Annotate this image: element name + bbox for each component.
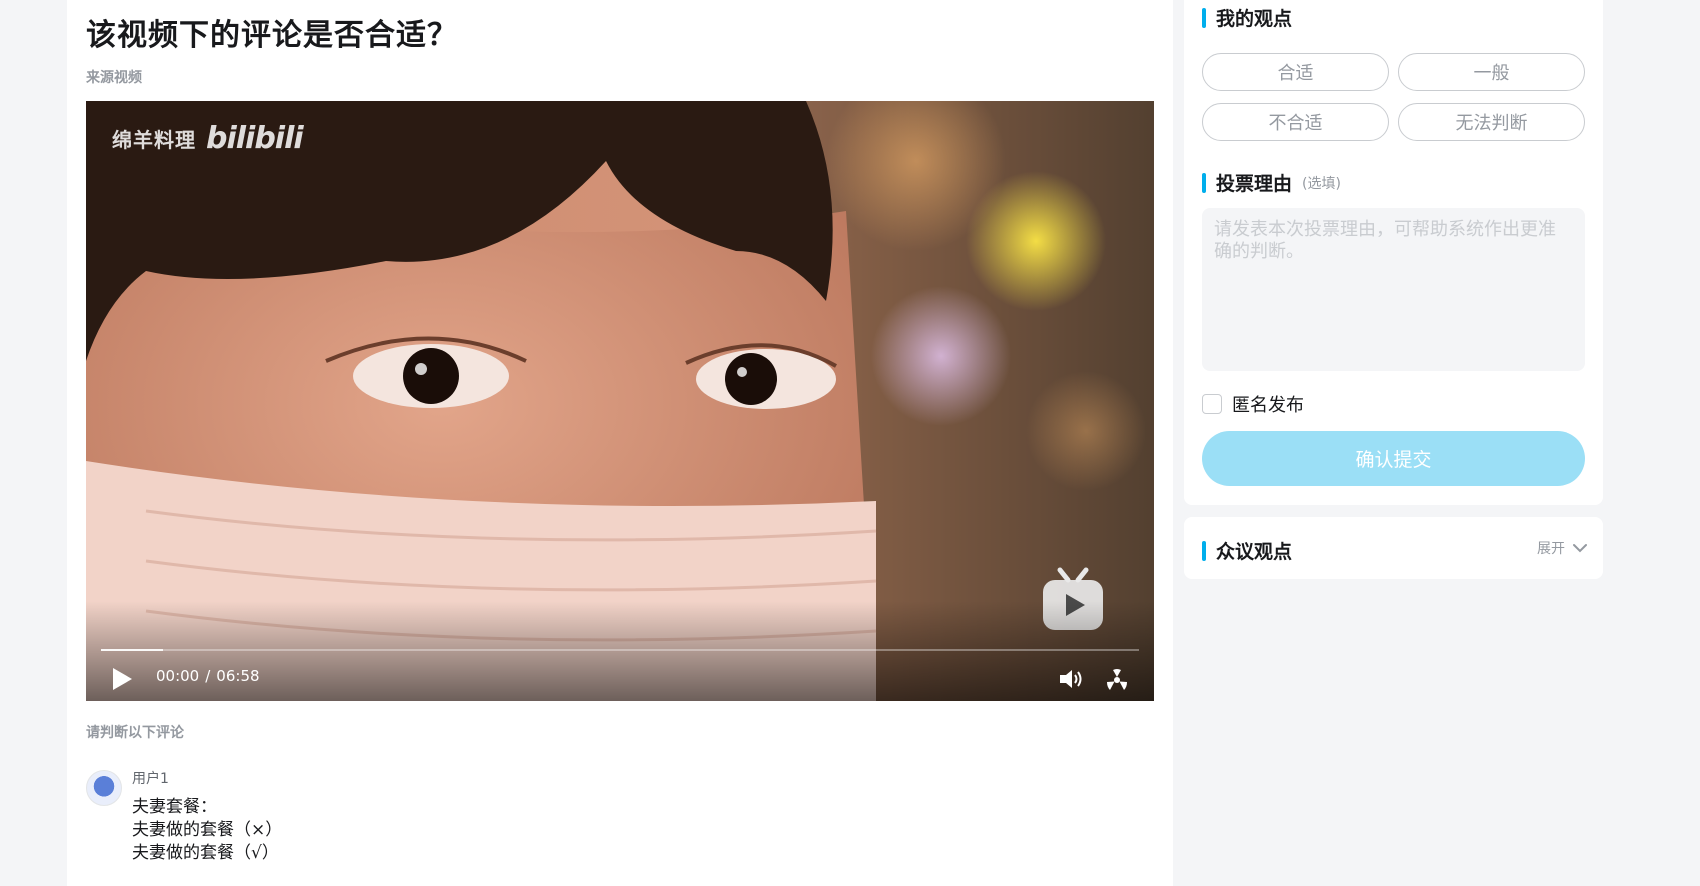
play-icon[interactable] (110, 666, 134, 692)
anonymous-checkbox[interactable] (1202, 394, 1222, 414)
submit-button[interactable]: 确认提交 (1202, 431, 1585, 486)
my-view-title: 我的观点 (1216, 8, 1293, 30)
avatar[interactable] (86, 770, 122, 806)
video-watermark: 绵羊料理 bilibili (112, 121, 304, 156)
public-view-title: 众议观点 (1216, 541, 1293, 563)
judge-comment-label: 请判断以下评论 (86, 725, 184, 741)
watermark-channel-name: 绵羊料理 (112, 128, 196, 152)
public-view-panel: 众议观点 展开 (1184, 517, 1603, 579)
vote-reason-heading: 投票理由 (选填) (1202, 169, 1341, 196)
optional-hint: (选填) (1302, 175, 1341, 192)
vote-reason-title: 投票理由 (1216, 173, 1293, 195)
anonymous-label: 匿名发布 (1232, 395, 1304, 416)
comment-username[interactable]: 用户1 (132, 768, 169, 788)
time-display: 00:00 / 06:58 (156, 667, 260, 685)
comment-content: 夫妻套餐： 夫妻做的套餐（×） 夫妻做的套餐（√） (132, 796, 282, 865)
option-undecided-button[interactable]: 无法判断 (1398, 103, 1585, 141)
chevron-down-icon (1573, 544, 1587, 553)
public-view-heading: 众议观点 (1202, 537, 1292, 564)
comment-line: 夫妻做的套餐（×） (132, 820, 283, 840)
comment-line: 夫妻做的套餐（√） (132, 843, 279, 863)
heading-accent-bar (1202, 7, 1206, 28)
time-separator: / (205, 667, 211, 685)
volume-icon[interactable] (1058, 667, 1084, 691)
source-video-label: 来源视频 (86, 70, 142, 86)
bilibili-logo: bilibili (206, 121, 304, 156)
expand-button[interactable]: 展开 (1537, 538, 1587, 558)
heading-accent-bar (1202, 172, 1206, 193)
expand-label: 展开 (1537, 541, 1565, 557)
video-controls: 00:00 / 06:58 (86, 601, 1154, 701)
video-player[interactable]: 绵羊料理 bilibili 00:00 / 06:58 (86, 101, 1154, 701)
vote-panel: 我的观点 合适 一般 不合适 无法判断 投票理由 (选填) 匿名发布 确认提交 (1184, 0, 1603, 505)
page-title: 该视频下的评论是否合适？ (86, 18, 458, 53)
anonymous-toggle[interactable]: 匿名发布 (1202, 391, 1304, 417)
progress-bar-fill (101, 649, 164, 651)
heading-accent-bar (1202, 540, 1206, 561)
progress-bar[interactable] (101, 649, 1139, 651)
option-suitable-button[interactable]: 合适 (1202, 53, 1389, 91)
option-unsuitable-button[interactable]: 不合适 (1202, 103, 1389, 141)
comment-line: 夫妻套餐： (132, 797, 217, 817)
vote-reason-input[interactable] (1202, 208, 1585, 371)
fullscreen-icon[interactable] (1104, 667, 1130, 693)
duration: 06:58 (216, 667, 260, 685)
option-neutral-button[interactable]: 一般 (1398, 53, 1585, 91)
my-view-heading: 我的观点 (1202, 4, 1292, 31)
current-time: 00:00 (156, 667, 200, 685)
